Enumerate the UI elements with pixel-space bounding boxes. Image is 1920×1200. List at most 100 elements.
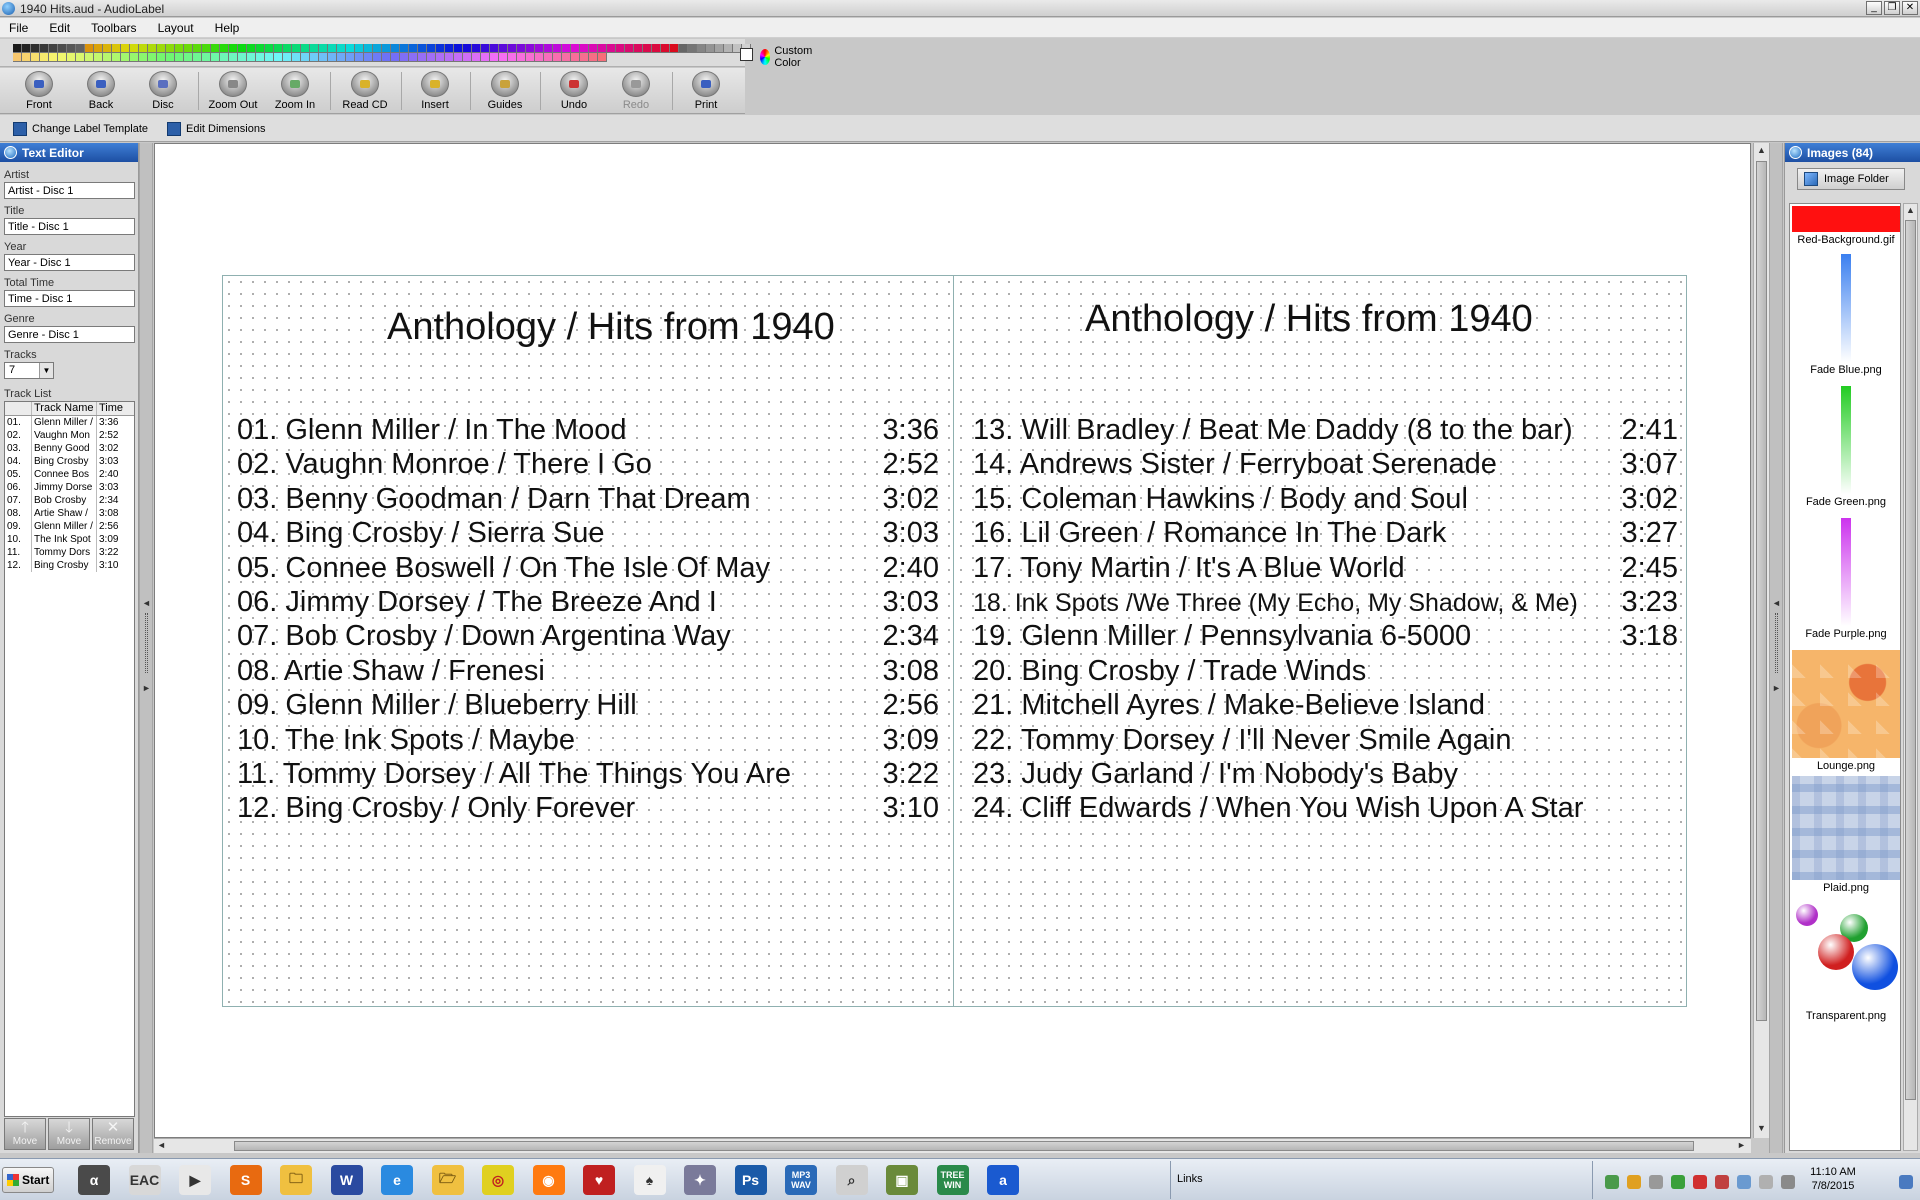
tracks-select[interactable]: 7 ▼ — [4, 362, 54, 379]
genre-input[interactable] — [4, 326, 135, 343]
color-swatch[interactable] — [517, 53, 526, 62]
taskbar-app-icon[interactable]: MP3 WAV — [785, 1165, 817, 1195]
color-swatch[interactable] — [364, 44, 373, 53]
scroll-up-icon[interactable]: ▲ — [1757, 145, 1766, 155]
table-row[interactable]: 08. Artie Shaw /3:08 — [5, 507, 134, 520]
color-swatch[interactable] — [139, 53, 148, 62]
taskbar-app-icon[interactable]: ◉ — [532, 1165, 565, 1195]
label-track-line[interactable]: 24. Cliff Edwards / When You Wish Upon A… — [973, 792, 1678, 826]
taskbar-app-icon[interactable]: ◎ — [482, 1165, 514, 1195]
color-swatch[interactable] — [310, 44, 319, 53]
color-swatch[interactable] — [247, 53, 256, 62]
color-swatch[interactable] — [283, 44, 292, 53]
canvas-horizontal-scrollbar[interactable]: ◄ ► — [154, 1138, 1751, 1153]
move-down-button[interactable]: 🡓 Move — [48, 1118, 90, 1150]
label-track-line[interactable]: 19. Glenn Miller / Pennsylvania 6-5000 3:… — [973, 620, 1678, 654]
color-swatch[interactable] — [31, 53, 40, 62]
left-panel-title[interactable]: Anthology / Hits from 1940 — [387, 306, 835, 349]
color-swatch[interactable] — [490, 44, 499, 53]
color-swatch[interactable] — [607, 44, 616, 53]
edit-dimensions-button[interactable]: Edit Dimensions — [167, 120, 265, 138]
color-swatches[interactable] — [13, 44, 753, 62]
images-scrollbar[interactable]: ▲ — [1903, 203, 1918, 1151]
color-swatch[interactable] — [661, 44, 670, 53]
color-swatch[interactable] — [454, 44, 463, 53]
taskbar-app-icon[interactable]: ♠ — [633, 1165, 666, 1195]
color-swatch[interactable] — [49, 53, 58, 62]
table-row[interactable]: 02. Vaughn Mon 2:52 — [5, 429, 134, 442]
color-swatch[interactable] — [58, 53, 67, 62]
scroll-down-icon[interactable]: ▼ — [1757, 1123, 1766, 1133]
color-swatch[interactable] — [22, 44, 31, 53]
remove-button[interactable]: ✕ Remove — [92, 1118, 134, 1150]
label-track-line[interactable]: 06. Jimmy Dorsey / The Breeze And I 3:03 — [237, 586, 939, 620]
zoom-out-button[interactable]: Zoom Out — [204, 70, 262, 112]
start-button[interactable]: Start — [2, 1167, 54, 1193]
image-thumbnail[interactable]: Fade Green.png — [1790, 386, 1900, 508]
taskbar-app-icon[interactable]: Ps — [734, 1165, 767, 1195]
label-track-line[interactable]: 01. Glenn Miller / In The Mood 3:36 — [237, 414, 939, 448]
color-swatch[interactable] — [247, 44, 256, 53]
color-swatch[interactable] — [346, 44, 355, 53]
color-swatch[interactable] — [364, 53, 373, 62]
label-track-line[interactable]: 15. Coleman Hawkins / Body and Soul 3:02 — [973, 483, 1678, 517]
color-swatch[interactable] — [553, 44, 562, 53]
maximize-button[interactable]: ❐ — [1884, 1, 1900, 15]
label-track-line[interactable]: 21. Mitchell Ayres / Make-Believe Island — [973, 689, 1678, 723]
color-swatch[interactable] — [598, 44, 607, 53]
table-row[interactable]: 04. Bing Crosby 3:03 — [5, 455, 134, 468]
image-folder-button[interactable]: Image Folder — [1797, 168, 1905, 190]
guides-button[interactable]: Guides — [476, 70, 534, 112]
color-swatch[interactable] — [391, 44, 400, 53]
taskbar-app-icon[interactable]: EAC — [128, 1165, 161, 1195]
color-swatch[interactable] — [580, 44, 589, 53]
change-label-template-button[interactable]: Change Label Template — [13, 120, 148, 138]
scroll-left-icon[interactable]: ◄ — [157, 1140, 166, 1150]
color-swatch[interactable] — [526, 44, 535, 53]
zoom-in-button[interactable]: Zoom In — [266, 70, 324, 112]
label-track-line[interactable]: 23. Judy Garland / I'm Nobody's Baby — [973, 758, 1678, 792]
tray-app-icon[interactable] — [1627, 1175, 1641, 1189]
canvas-vertical-scrollbar[interactable]: ▲ ▼ — [1753, 143, 1769, 1138]
color-swatch[interactable] — [463, 53, 472, 62]
tray-network-icon[interactable] — [1605, 1175, 1619, 1189]
color-swatch[interactable] — [553, 53, 562, 62]
tray-app-icon[interactable] — [1715, 1175, 1729, 1189]
image-thumbnail[interactable]: Lounge.png — [1790, 650, 1900, 772]
color-swatch[interactable] — [679, 44, 688, 53]
label-track-line[interactable]: 10. The Ink Spots / Maybe 3:09 — [237, 724, 939, 758]
color-swatch[interactable] — [436, 53, 445, 62]
col-time[interactable]: Time — [97, 402, 134, 415]
color-swatch[interactable] — [445, 53, 454, 62]
color-swatch[interactable] — [544, 44, 553, 53]
color-swatch[interactable] — [301, 53, 310, 62]
color-swatch[interactable] — [274, 53, 283, 62]
color-swatch[interactable] — [535, 44, 544, 53]
color-swatch[interactable] — [40, 53, 49, 62]
color-swatch[interactable] — [571, 53, 580, 62]
taskbar-app-icon[interactable]: e — [381, 1165, 413, 1195]
color-swatch[interactable] — [211, 44, 220, 53]
label-track-line[interactable]: 20. Bing Crosby / Trade Winds — [973, 655, 1678, 689]
label-track-line[interactable]: 02. Vaughn Monroe / There I Go 2:52 — [237, 448, 939, 482]
color-swatch[interactable] — [355, 44, 364, 53]
splitter-grip[interactable] — [1775, 613, 1778, 673]
color-swatch[interactable] — [103, 44, 112, 53]
color-swatch[interactable] — [634, 44, 643, 53]
col-track-name[interactable]: Track Name — [32, 402, 97, 415]
color-swatch[interactable] — [148, 44, 157, 53]
color-swatch[interactable] — [454, 53, 463, 62]
image-thumbnail[interactable]: Red-Background.gif — [1790, 206, 1900, 246]
color-swatch[interactable] — [562, 53, 571, 62]
color-swatch[interactable] — [265, 44, 274, 53]
color-swatch[interactable] — [67, 53, 76, 62]
collapse-right-icon[interactable]: ◄ — [1772, 598, 1781, 608]
color-swatch[interactable] — [49, 44, 58, 53]
color-swatch[interactable] — [58, 44, 67, 53]
color-swatch[interactable] — [526, 53, 535, 62]
color-swatch[interactable] — [175, 44, 184, 53]
image-thumbnail[interactable]: Fade Blue.png — [1790, 254, 1900, 376]
color-swatch[interactable] — [508, 53, 517, 62]
label-track-line[interactable]: 14. Andrews Sister / Ferryboat Serenade 3… — [973, 448, 1678, 482]
color-swatch[interactable] — [265, 53, 274, 62]
